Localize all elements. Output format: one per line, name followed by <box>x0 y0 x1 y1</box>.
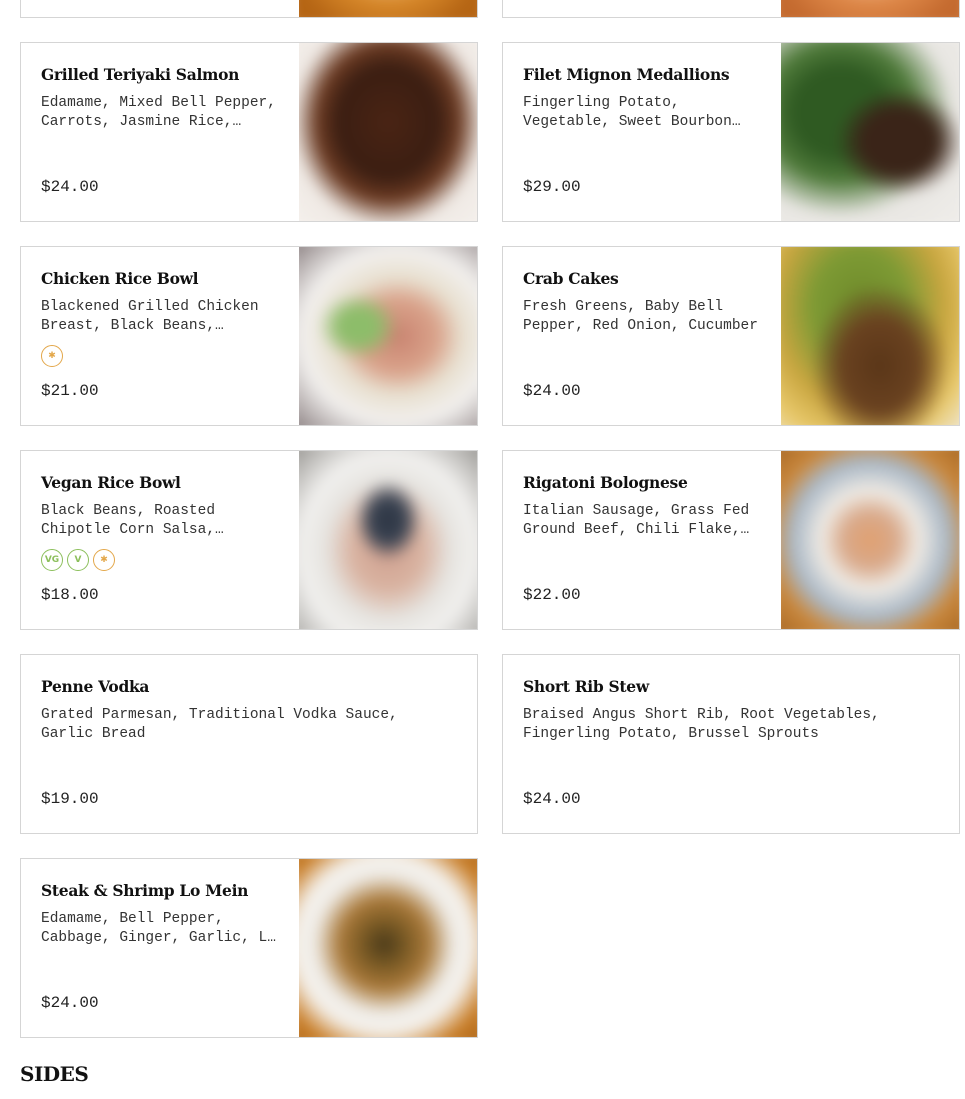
menu-item-price: $24.00 <box>41 178 99 196</box>
menu-item-name: Grilled Teriyaki Salmon <box>41 65 240 84</box>
menu-item-name: Filet Mignon Medallions <box>523 65 730 84</box>
menu-item-card[interactable]: Short Rib Stew Braised Angus Short Rib, … <box>502 654 960 834</box>
menu-item-description: Fingerling Potato, Vegetable, Sweet Bour… <box>523 95 732 130</box>
menu-item-description: Fresh Greens, Baby Bell Pepper, Red Onio… <box>523 299 758 334</box>
gluten-free-icon: ✱ <box>93 549 115 571</box>
menu-item-photo <box>299 859 477 1037</box>
menu-item-price: $21.00 <box>41 382 99 400</box>
vegetarian-icon: V <box>67 549 89 571</box>
menu-item-photo <box>299 0 477 17</box>
menu-item-name: Crab Cakes <box>523 269 619 288</box>
menu-item-price: $24.00 <box>523 382 581 400</box>
menu-item-card[interactable]: Steak & Shrimp Lo Mein Edamame, Bell Pep… <box>20 858 478 1038</box>
gluten-free-icon: ✱ <box>41 345 63 367</box>
menu-item-card[interactable]: Chicken Rice Bowl Blackened Grilled Chic… <box>20 246 478 426</box>
menu-item-name: Penne Vodka <box>41 677 150 696</box>
menu-item-card[interactable]: Filet Mignon Medallions Fingerling Potat… <box>502 42 960 222</box>
menu-item-photo <box>299 43 477 221</box>
menu-item-price: $24.00 <box>41 994 99 1012</box>
menu-item-card[interactable]: Crab Cakes Fresh Greens, Baby Bell Peppe… <box>502 246 960 426</box>
menu-item-name: Rigatoni Bolognese <box>523 473 688 492</box>
menu-item-description: Edamame, Mixed Bell Pepper, Carrots, Jas… <box>41 95 276 130</box>
menu-item-photo <box>781 451 959 629</box>
menu-item-description: Black Beans, Roasted Chipotle Corn Salsa… <box>41 503 216 538</box>
menu-item-price: $19.00 <box>41 790 99 808</box>
menu-item-card-partial[interactable] <box>20 0 478 18</box>
menu-item-photo <box>781 43 959 221</box>
menu-item-photo <box>781 0 959 17</box>
menu-item-card[interactable]: Penne Vodka Grated Parmesan, Traditional… <box>20 654 478 834</box>
menu-item-description: Edamame, Bell Pepper, Cabbage, Ginger, G… <box>41 911 276 946</box>
section-title-sides: SIDES <box>20 1062 89 1086</box>
menu-item-card[interactable]: Vegan Rice Bowl Black Beans, Roasted Chi… <box>20 450 478 630</box>
menu-item-description: Italian Sausage, Grass Fed Ground Beef, … <box>523 503 750 538</box>
menu-item-name: Steak & Shrimp Lo Mein <box>41 881 249 900</box>
menu-item-card-partial[interactable] <box>502 0 960 18</box>
menu-item-photo <box>299 451 477 629</box>
menu-item-price: $18.00 <box>41 586 99 604</box>
menu-item-photo <box>781 247 959 425</box>
menu-item-price: $29.00 <box>523 178 581 196</box>
menu-item-description: Grated Parmesan, Traditional Vodka Sauce… <box>41 707 398 742</box>
menu-item-card[interactable]: Rigatoni Bolognese Italian Sausage, Gras… <box>502 450 960 630</box>
menu-item-photo <box>299 247 477 425</box>
menu-item-name: Vegan Rice Bowl <box>41 473 181 492</box>
menu-item-description: Blackened Grilled Chicken Breast, Black … <box>41 299 259 334</box>
menu-item-card[interactable]: Grilled Teriyaki Salmon Edamame, Mixed B… <box>20 42 478 222</box>
vegan-icon: VG <box>41 549 63 571</box>
menu-item-name: Short Rib Stew <box>523 677 649 696</box>
menu-item-price: $24.00 <box>523 790 581 808</box>
menu-item-name: Chicken Rice Bowl <box>41 269 199 288</box>
menu-item-description: Braised Angus Short Rib, Root Vegetables… <box>523 707 880 742</box>
menu-item-price: $22.00 <box>523 586 581 604</box>
